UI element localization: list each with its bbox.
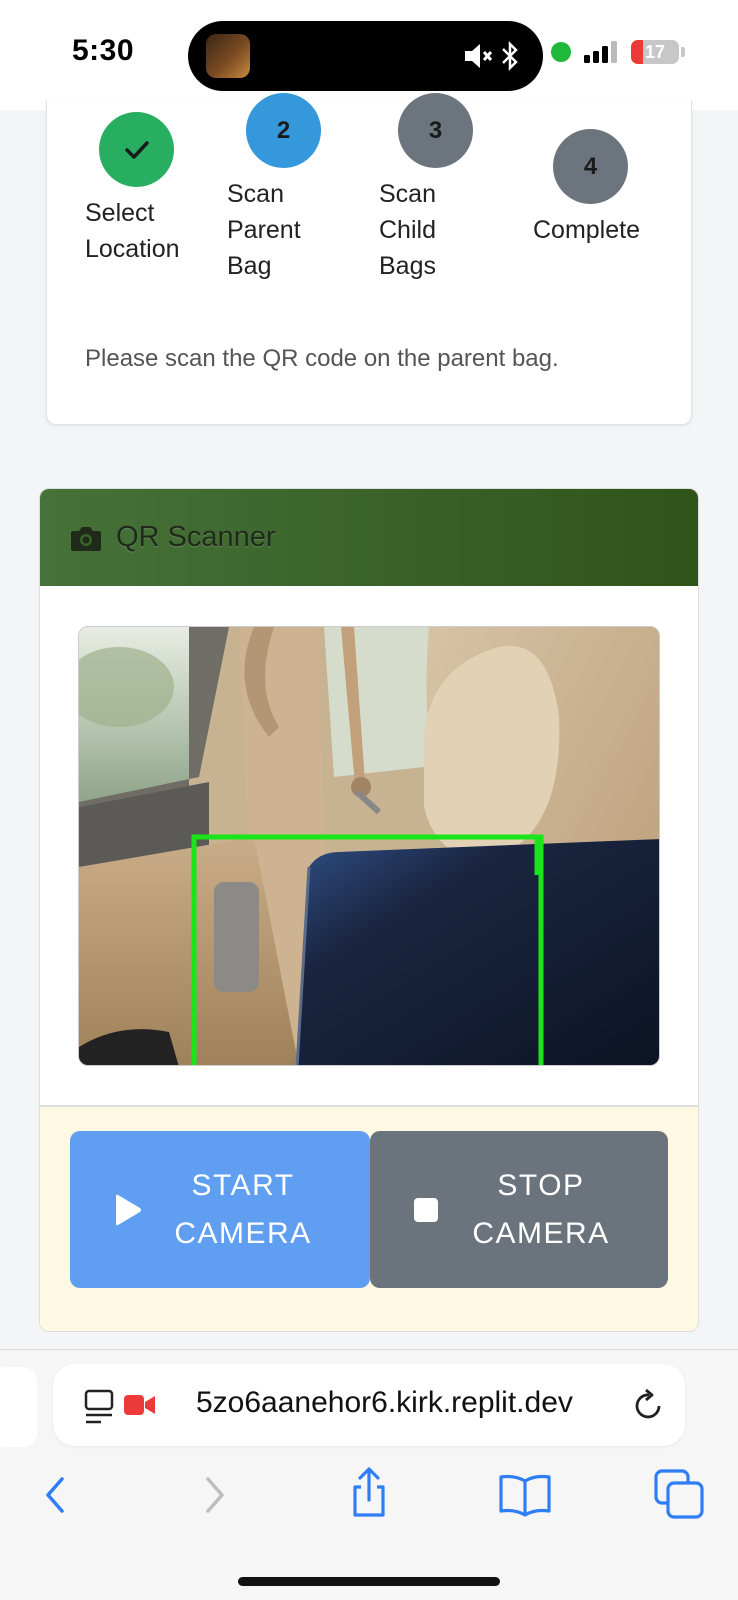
play-icon [116, 1194, 141, 1225]
back-icon[interactable] [28, 1465, 88, 1525]
status-bar: 5:30 17 [0, 0, 738, 110]
address-bar[interactable]: 5zo6aanehor6.kirk.replit.dev [53, 1364, 685, 1446]
share-icon[interactable] [339, 1465, 399, 1525]
step-2-circle: 2 [246, 93, 321, 168]
status-time: 5:30 [72, 34, 135, 67]
step-scan-child-bags: 3 Scan Child Bags [379, 93, 479, 284]
battery-level: 17 [644, 42, 666, 62]
camera-feed [79, 627, 659, 1065]
stop-camera-label: STOP CAMERA [472, 1168, 610, 1250]
recording-icon[interactable] [123, 1393, 157, 1417]
step-3-circle: 3 [398, 93, 473, 168]
start-camera-label: START CAMERA [174, 1168, 312, 1250]
dynamic-island[interactable] [188, 21, 543, 91]
bluetooth-icon [502, 40, 518, 72]
progress-card: Select Location 2 Scan Parent Bag 3 Scan… [46, 93, 692, 425]
battery-icon: 17 [631, 40, 679, 64]
step-1-circle [99, 112, 174, 187]
step-scan-parent-bag: 2 Scan Parent Bag [227, 93, 327, 284]
stop-camera-button[interactable]: STOP CAMERA [370, 1131, 668, 1288]
step-label: Select Location [85, 199, 180, 263]
qr-scanner-card: QR Scanner START CAMERA STOP CAMERA [39, 488, 699, 1332]
reload-icon[interactable] [633, 1388, 665, 1422]
previous-tab-peek[interactable] [0, 1367, 37, 1447]
start-camera-button[interactable]: START CAMERA [70, 1131, 370, 1288]
scanner-title: QR Scanner [116, 521, 276, 553]
instruction-text: Please scan the QR code on the parent ba… [85, 345, 559, 372]
step-complete: 4 Complete [533, 129, 673, 248]
camera-icon [71, 526, 101, 551]
step-4-circle: 4 [553, 129, 628, 204]
now-playing-artwork [206, 34, 250, 78]
home-indicator[interactable] [238, 1577, 500, 1586]
scanner-header: QR Scanner [40, 489, 698, 586]
check-icon [124, 140, 149, 159]
stop-icon [414, 1197, 438, 1222]
step-select-location: Select Location [85, 112, 195, 267]
url-text[interactable]: 5zo6aanehor6.kirk.replit.dev [196, 1386, 573, 1420]
browser-toolbar: 5zo6aanehor6.kirk.replit.dev [0, 1349, 738, 1600]
reader-icon[interactable] [83, 1389, 117, 1425]
camera-in-use-indicator [551, 42, 571, 62]
speaker-muted-icon [465, 44, 493, 68]
scanner-controls: START CAMERA STOP CAMERA [40, 1105, 698, 1331]
camera-preview [78, 626, 660, 1066]
cellular-signal-icon [584, 41, 617, 63]
step-label: Complete [533, 216, 640, 244]
bookmarks-icon[interactable] [495, 1465, 555, 1525]
forward-icon[interactable] [184, 1465, 244, 1525]
step-label: Scan Parent Bag [227, 180, 301, 280]
step-label: Scan Child Bags [379, 180, 436, 280]
tabs-icon[interactable] [650, 1465, 710, 1525]
browser-nav-bar [0, 1465, 738, 1535]
